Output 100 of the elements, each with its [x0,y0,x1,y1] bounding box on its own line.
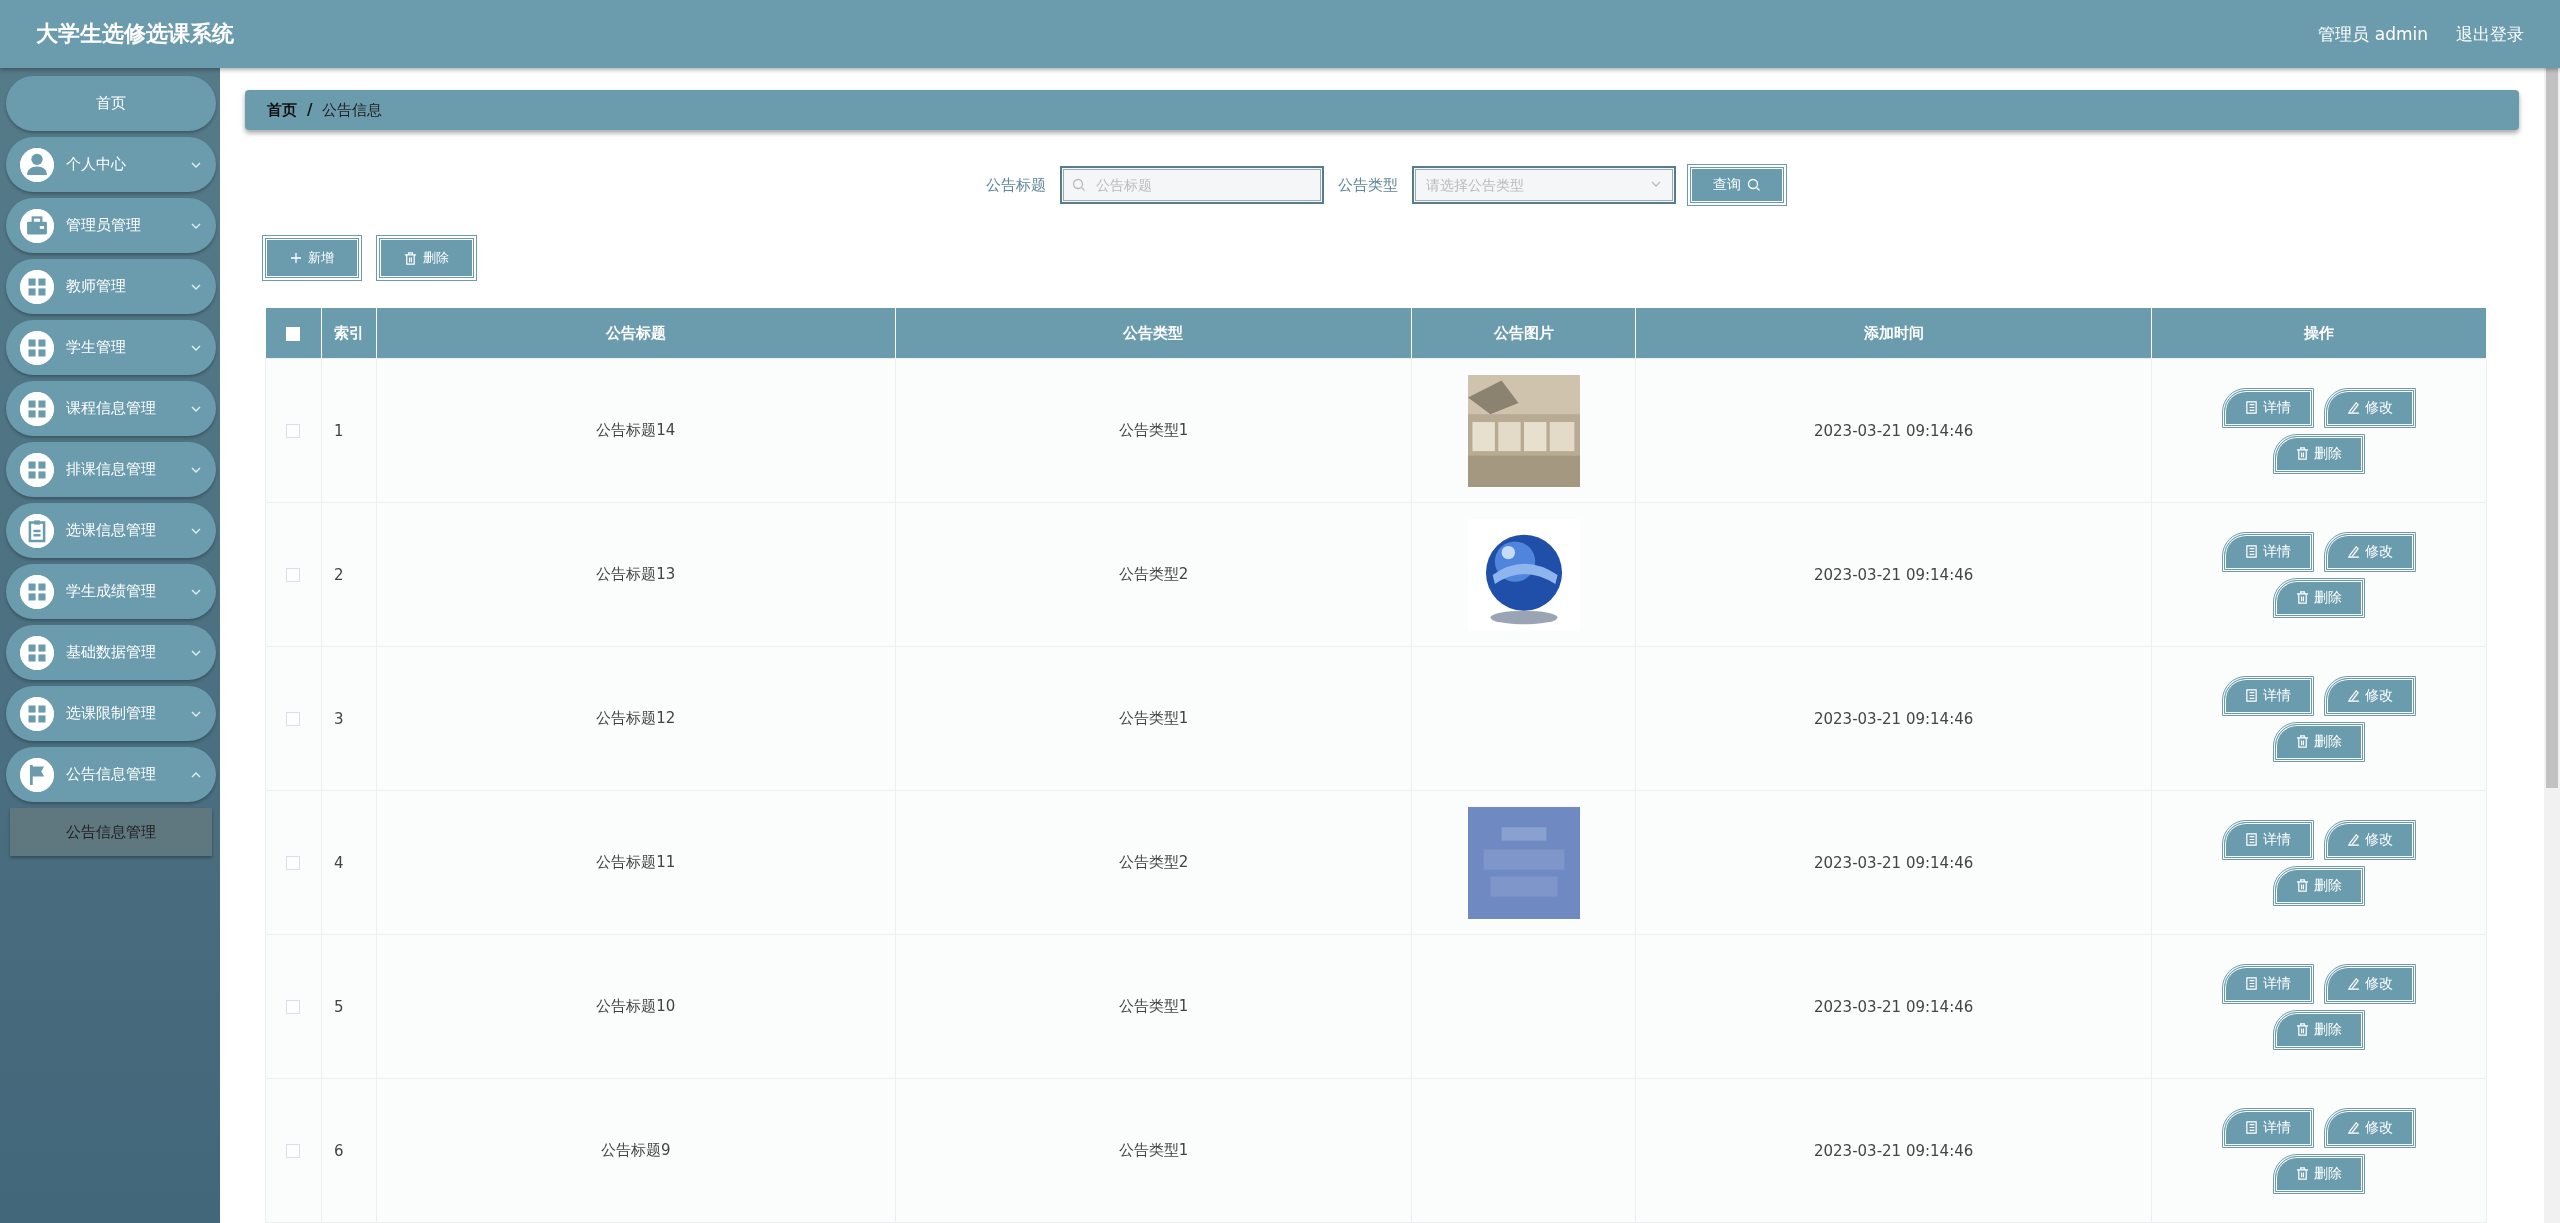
edit-button[interactable]: 修改 [2326,1109,2414,1146]
trash-icon [2296,1167,2309,1180]
document-icon [2245,401,2258,414]
row-checkbox[interactable] [286,1144,301,1158]
table-cell: 公告类型1 [895,358,1412,503]
scrollbar[interactable] [2544,68,2560,1223]
sidebar-item[interactable]: 选课限制管理 [6,686,216,741]
table-cell: 5 [321,934,377,1079]
column-header: 添加时间 [1635,308,2152,359]
trash-icon [2296,735,2309,748]
edit-button[interactable]: 修改 [2326,965,2414,1002]
trash-icon [2296,447,2309,460]
delete-button[interactable]: 删除 [2275,435,2363,472]
delete-button[interactable]: 删除 [2275,867,2363,904]
document-icon [2245,833,2258,846]
breadcrumb-separator: / [307,101,313,119]
sidebar-item[interactable]: 教师管理 [6,259,216,314]
table-cell: 4 [321,790,377,935]
grid-icon [20,696,54,731]
breadcrumb-link[interactable]: 首页 [267,100,297,120]
delete-button[interactable]: 删除 [2275,1011,2363,1048]
sidebar-item[interactable]: 选课信息管理 [6,503,216,558]
row-checkbox[interactable] [286,1000,301,1014]
trash-icon [404,251,417,265]
column-header: 索引 [321,308,377,359]
plus-icon [290,252,302,264]
table-cell: 公告类型2 [895,502,1412,647]
app-title: 大学生选修选课系统 [36,20,235,48]
details-button[interactable]: 详情 [2224,389,2312,426]
grid-icon [20,391,54,426]
edit-button[interactable]: 修改 [2326,677,2414,714]
title-search-field[interactable]: 公告标题 [1059,166,1324,204]
grid-icon [20,635,54,670]
details-button[interactable]: 详情 [2224,533,2312,570]
row-checkbox[interactable] [286,424,301,438]
column-header: 公告标题 [376,308,896,359]
field-label: 公告标题 [985,175,1046,195]
delete-button[interactable]: 删除 [2275,1155,2363,1192]
user-label: 管理员 admin [2318,22,2428,46]
edit-button[interactable]: 修改 [2326,533,2414,570]
query-button[interactable]: 查询 [1689,167,1784,203]
row-checkbox[interactable] [286,856,301,870]
pencil-icon [2347,1121,2360,1134]
edit-button[interactable]: 修改 [2326,821,2414,858]
submenu-item[interactable]: 公告信息管理 [10,808,212,856]
delete-button[interactable]: 删除 [2275,579,2363,616]
table-cell: 公告类型2 [895,790,1412,935]
delete-button[interactable]: 删除 [379,238,474,278]
sidebar-item[interactable]: 个人中心 [6,137,216,192]
sidebar-item[interactable]: 学生成绩管理 [6,564,216,619]
trash-icon [2296,1023,2309,1036]
select-all-checkbox[interactable] [286,326,301,341]
document-icon [2245,977,2258,990]
pencil-icon [2347,689,2360,702]
table-cell: 公告标题9 [376,1078,896,1223]
document-icon [2245,1121,2258,1134]
sidebar-item[interactable]: 基础数据管理 [6,625,216,680]
sidebar-item[interactable]: 公告信息管理 [6,747,216,802]
table-cell: 公告类型1 [895,646,1412,791]
pencil-icon [2347,401,2360,414]
table-cell: 2023-03-21 09:14:46 [1635,502,2152,647]
table-cell: 1 [321,358,377,503]
row-checkbox[interactable] [286,568,301,582]
document-icon [2245,689,2258,702]
sidebar-item[interactable]: 排课信息管理 [6,442,216,497]
sidebar-item[interactable]: 管理员管理 [6,198,216,253]
column-header: 公告图片 [1411,308,1636,359]
pencil-icon [2347,545,2360,558]
user-icon [20,147,54,182]
table-cell: 2023-03-21 09:14:46 [1635,934,2152,1079]
table-cell: 公告标题10 [376,934,896,1079]
grid-icon [20,574,54,609]
flag-icon [20,757,54,792]
field-label: 公告类型 [1337,175,1398,195]
table-cell: 2023-03-21 09:14:46 [1635,358,2152,503]
row-checkbox[interactable] [286,712,301,726]
column-header: 公告类型 [895,308,1412,359]
pencil-icon [2347,833,2360,846]
table-cell: 公告类型1 [895,934,1412,1079]
pencil-icon [2347,977,2360,990]
sidebar-item[interactable]: 首页 [6,76,216,131]
type-select[interactable]: 请选择公告类型 [1411,166,1676,204]
logout-link[interactable]: 退出登录 [2456,22,2524,46]
table-cell: 公告标题13 [376,502,896,647]
table-cell: 公告标题11 [376,790,896,935]
add-button[interactable]: 新增 [265,238,359,278]
delete-button[interactable]: 删除 [2275,723,2363,760]
breadcrumb-current: 公告信息 [322,100,383,120]
table-cell: 公告标题12 [376,646,896,791]
grid-icon [20,330,54,365]
details-button[interactable]: 详情 [2224,677,2312,714]
sidebar-item[interactable]: 课程信息管理 [6,381,216,436]
table-cell: 2 [321,502,377,647]
details-button[interactable]: 详情 [2224,821,2312,858]
details-button[interactable]: 详情 [2224,1109,2312,1146]
trash-icon [2296,591,2309,604]
edit-button[interactable]: 修改 [2326,389,2414,426]
sidebar-item[interactable]: 学生管理 [6,320,216,375]
table-cell: 公告类型1 [895,1078,1412,1223]
details-button[interactable]: 详情 [2224,965,2312,1002]
